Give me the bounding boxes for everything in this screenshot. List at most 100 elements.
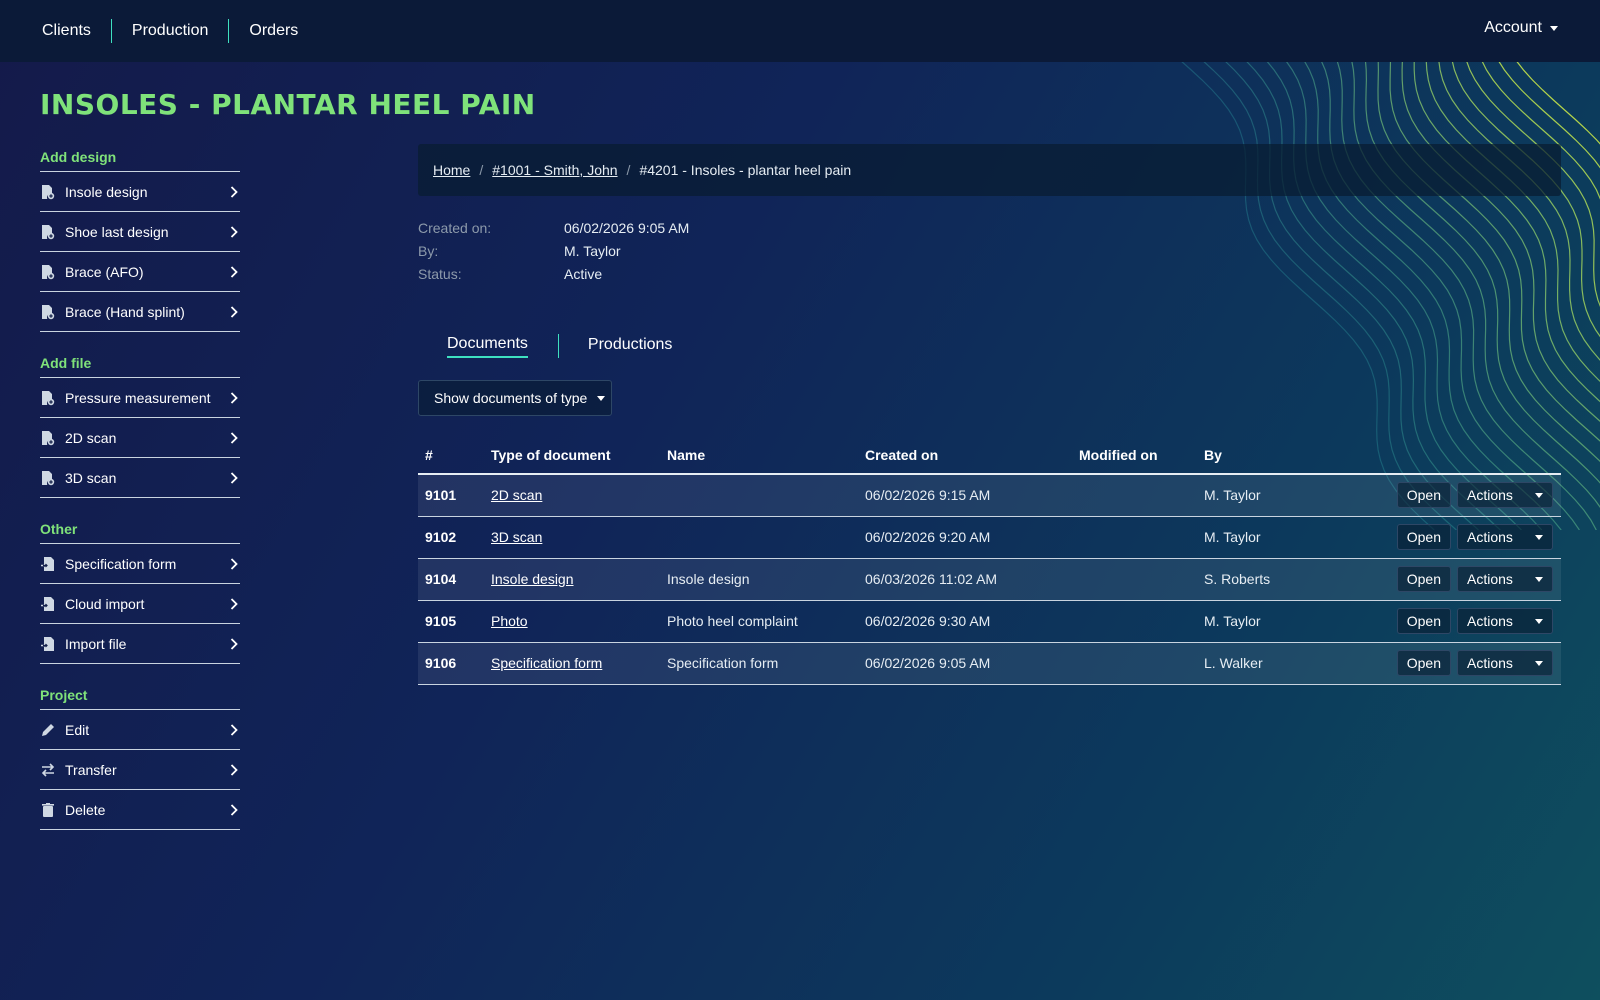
doc-type-link[interactable]: 3D scan [491, 529, 542, 545]
file-plus-icon [40, 390, 56, 406]
sidebar-item-transfer[interactable]: Transfer [40, 750, 240, 790]
chevron-right-icon [230, 803, 238, 819]
caret-down-icon [597, 395, 606, 401]
breadcrumb-separator: / [479, 162, 484, 178]
open-button[interactable]: Open [1396, 482, 1451, 509]
nav-production[interactable]: Production [112, 19, 229, 43]
sidebar-item-brace-afo[interactable]: Brace (AFO) [40, 252, 240, 292]
actions-dropdown[interactable]: Actions [1457, 524, 1553, 550]
column-header-by: By [1197, 436, 1347, 475]
sidebar-item-pressure-measurement[interactable]: Pressure measurement [40, 378, 240, 418]
file-import-icon [40, 596, 56, 612]
chevron-right-icon [230, 431, 238, 447]
actions-label: Actions [1467, 613, 1513, 629]
sidebar-heading: Add design [40, 140, 240, 172]
doc-type-cell: Photo [484, 600, 660, 643]
sidebar-item-label: Import file [65, 635, 127, 652]
tab-productions[interactable]: Productions [588, 336, 673, 357]
doc-by: L. Walker [1197, 642, 1347, 685]
chevron-right-icon [230, 391, 238, 407]
breadcrumb-home[interactable]: Home [433, 162, 470, 178]
documents-table: # Type of document Name Created on Modif… [418, 436, 1561, 685]
actions-dropdown[interactable]: Actions [1457, 482, 1553, 509]
doc-type-link[interactable]: Specification form [491, 655, 602, 671]
doc-created: 06/02/2026 9:30 AM [858, 600, 1072, 643]
sidebar: Add design Insole design Shoe last design B… [40, 140, 240, 844]
filter-label: Show documents of type [434, 390, 588, 406]
doc-name: Specification form [660, 642, 858, 685]
file-plus-icon [40, 470, 56, 486]
actions-label: Actions [1467, 487, 1513, 504]
sidebar-heading: Add file [40, 346, 240, 378]
top-navigation: Clients Production Orders Account [0, 0, 1600, 62]
actions-label: Actions [1467, 571, 1513, 587]
breadcrumb-current: #4201 - Insoles - plantar heel pain [639, 162, 852, 178]
open-button[interactable]: Open [1396, 566, 1451, 592]
chevron-right-icon [230, 305, 238, 321]
breadcrumb: Home / #1001 - Smith, John / #4201 - Ins… [418, 144, 1561, 196]
sidebar-item-3d-scan[interactable]: 3D scan [40, 458, 240, 498]
row-actions: Open Actions [1347, 516, 1561, 559]
nav-clients[interactable]: Clients [22, 19, 111, 43]
chevron-right-icon [230, 763, 238, 779]
sidebar-item-2d-scan[interactable]: 2D scan [40, 418, 240, 458]
breadcrumb-client[interactable]: #1001 - Smith, John [492, 162, 617, 178]
sidebar-item-import-file[interactable]: Import file [40, 624, 240, 664]
sidebar-item-edit[interactable]: Edit [40, 710, 240, 750]
sidebar-item-brace-hand-splint[interactable]: Brace (Hand splint) [40, 292, 240, 332]
row-actions: Open Actions [1347, 600, 1561, 643]
nav-orders[interactable]: Orders [229, 19, 318, 43]
open-button[interactable]: Open [1396, 524, 1451, 550]
doc-id: 9101 [418, 474, 484, 517]
doc-name [660, 474, 858, 517]
doc-created: 06/02/2026 9:20 AM [858, 516, 1072, 559]
actions-dropdown[interactable]: Actions [1457, 650, 1553, 676]
doc-id: 9105 [418, 600, 484, 643]
doc-type-link[interactable]: Photo [491, 613, 528, 629]
doc-type-cell: 2D scan [484, 474, 660, 517]
actions-dropdown[interactable]: Actions [1457, 608, 1553, 634]
doc-modified [1072, 642, 1197, 685]
doc-type-cell: Specification form [484, 642, 660, 685]
column-header-actions [1347, 436, 1561, 475]
caret-down-icon [1535, 534, 1543, 540]
tab-documents[interactable]: Documents [447, 335, 528, 358]
sidebar-item-cloud-import[interactable]: Cloud import [40, 584, 240, 624]
account-menu[interactable]: Account [1484, 19, 1558, 37]
sidebar-item-label: Pressure measurement [65, 389, 211, 406]
table-row: 9106 Specification form Specification form… [418, 642, 1561, 685]
sidebar-item-specification-form[interactable]: Specification form [40, 544, 240, 584]
open-button[interactable]: Open [1396, 650, 1451, 676]
file-plus-icon [40, 304, 56, 320]
table-row: 9101 2D scan 06/02/2026 9:15 AM M. Taylor Op… [418, 474, 1561, 517]
doc-id: 9102 [418, 516, 484, 559]
column-header-modified: Modified on [1072, 436, 1197, 475]
status-label: Status: [418, 265, 462, 282]
project-meta: Created on: 06/02/2026 9:05 AM By: M. Tayl… [418, 216, 1561, 285]
doc-modified [1072, 558, 1197, 601]
sidebar-item-label: Cloud import [65, 595, 145, 612]
sidebar-item-label: Delete [65, 801, 106, 818]
doc-created: 06/02/2026 9:05 AM [858, 642, 1072, 685]
breadcrumb-separator: / [626, 162, 631, 178]
sidebar-item-delete[interactable]: Delete [40, 790, 240, 830]
actions-dropdown[interactable]: Actions [1457, 566, 1553, 592]
column-header-name: Name [660, 436, 858, 475]
created-label: Created on: [418, 219, 492, 236]
sidebar-item-label: Brace (AFO) [65, 263, 144, 280]
chevron-right-icon [230, 265, 238, 281]
doc-type-cell: 3D scan [484, 516, 660, 559]
table-row: 9102 3D scan 06/02/2026 9:20 AM M. Taylor Op… [418, 516, 1561, 559]
sidebar-item-label: Transfer [65, 761, 117, 778]
row-actions: Open Actions [1347, 474, 1561, 517]
open-button[interactable]: Open [1396, 608, 1451, 634]
document-type-filter[interactable]: Show documents of type [418, 380, 612, 416]
doc-type-link[interactable]: Insole design [491, 571, 574, 587]
doc-by: S. Roberts [1197, 558, 1347, 601]
doc-by: M. Taylor [1197, 516, 1347, 559]
doc-modified [1072, 600, 1197, 643]
doc-type-link[interactable]: 2D scan [491, 487, 542, 503]
chevron-right-icon [230, 557, 238, 573]
sidebar-item-shoe-last-design[interactable]: Shoe last design [40, 212, 240, 252]
sidebar-item-insole-design[interactable]: Insole design [40, 172, 240, 212]
